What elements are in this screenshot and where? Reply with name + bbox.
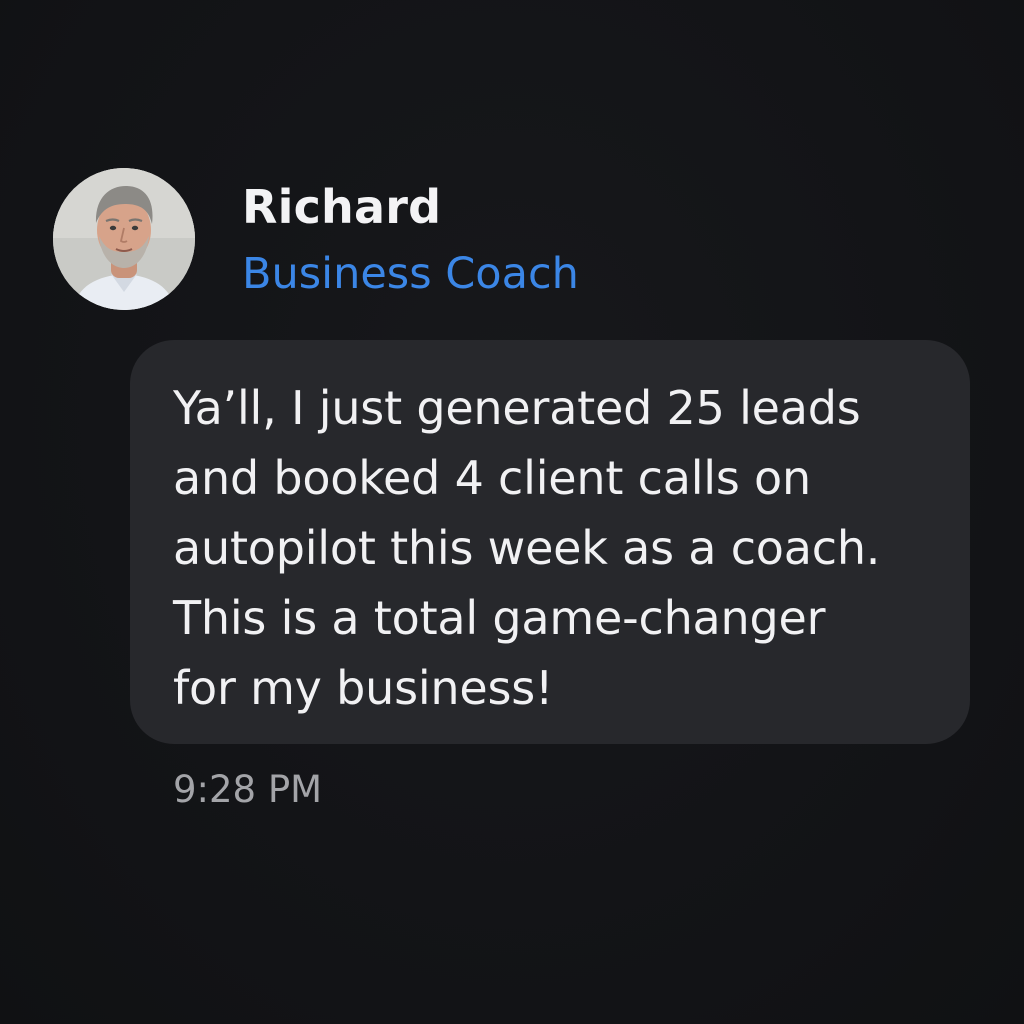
message-line: for my business! [173,661,554,715]
avatar[interactable] [53,168,195,310]
sender-role: Business Coach [242,249,579,299]
sender-name: Richard [242,180,442,234]
chat-screen: Richard Business Coach Ya’ll, I just gen… [0,0,1024,1024]
message-timestamp: 9:28 PM [173,768,323,811]
message-line: autopilot this week as a coach. [173,521,881,575]
message-bubble[interactable]: Ya’ll, I just generated 25 leads and boo… [130,340,970,744]
profile-photo-icon [53,168,195,310]
message-line: and booked 4 client calls on [173,451,811,505]
message-line: Ya’ll, I just generated 25 leads [173,381,861,435]
message-line: This is a total game-changer [173,591,826,645]
